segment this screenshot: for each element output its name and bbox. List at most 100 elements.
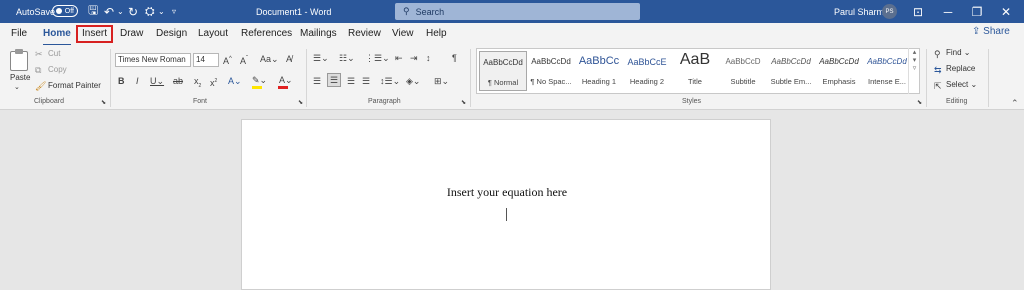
tab-insert[interactable]: Insert [76,25,114,43]
tab-layout[interactable]: Layout [198,27,228,43]
style-no-spacing[interactable]: AaBbCcDd ¶ No Spac... [527,51,575,91]
styles-scroll-down-icon[interactable]: ▾ [909,56,920,64]
font-color-icon[interactable]: A⌄ [279,74,293,86]
minimize-icon[interactable]: ─ [940,0,956,23]
tab-mailings[interactable]: Mailings [300,27,337,43]
tab-home[interactable]: Home [43,27,71,46]
ribbon-tabs: File Home Insert Draw Design Layout Refe… [0,23,1024,46]
style-subtitle[interactable]: AaBbCcD Subtitle [719,51,767,91]
paste-button[interactable]: Paste [10,73,30,82]
shrink-font-icon[interactable]: Aˇ [240,53,248,67]
search-box[interactable]: ⚲ Search [395,3,640,20]
tab-references[interactable]: References [241,27,292,43]
font-name-select[interactable]: Times New Roman [115,53,191,67]
style-intense-emphasis[interactable]: AaBbCcDd Intense E... [863,51,911,91]
tab-review[interactable]: Review [348,27,381,43]
touch-mode-icon[interactable]: ⛭ [145,0,155,23]
font-color-bar [278,86,288,89]
styles-more-icon[interactable]: ▿ [909,64,920,72]
paste-icon[interactable] [10,49,28,71]
superscript-icon[interactable]: x2 [210,75,217,89]
styles-group-label: Styles [682,98,702,105]
show-formatting-icon[interactable]: ¶ [452,52,457,64]
divider [306,49,307,107]
save-icon[interactable]: 🖫 [88,0,98,23]
share-label: Share [983,26,1010,37]
undo-dropdown-icon[interactable]: ⌄ [117,0,124,23]
borders-icon[interactable]: ⊞⌄ [434,75,449,87]
bold-icon[interactable]: B [118,75,125,87]
styles-scrollbar[interactable]: ▴ ▾ ▿ [908,48,920,94]
justify-icon[interactable]: ☰ [362,75,370,87]
format-painter-button[interactable]: Format Painter [48,81,101,90]
tab-file[interactable]: File [11,27,27,43]
style-subtle-emphasis[interactable]: AaBbCcDd Subtle Em... [767,51,815,91]
italic-icon[interactable]: I [136,75,139,87]
document-text[interactable]: Insert your equation here [242,185,772,200]
multilevel-list-icon[interactable]: ⋮☰⌄ [365,52,390,64]
subscript-icon[interactable]: x2 [194,75,201,92]
document-page[interactable]: Insert your equation here [241,119,771,290]
styles-scroll-up-icon[interactable]: ▴ [909,48,920,56]
style-sample: AaB [679,51,711,68]
select-button[interactable]: Select ⌄ [946,80,977,89]
autosave-toggle[interactable]: Off [52,5,78,17]
ribbon-display-icon[interactable]: ⊡ [910,0,926,23]
style-normal[interactable]: AaBbCcDd ¶ Normal [479,51,527,91]
numbering-icon[interactable]: ☷⌄ [339,52,355,64]
underline-icon[interactable]: U⌄ [150,75,164,87]
sort-icon[interactable]: ↕ [426,52,431,64]
tab-design[interactable]: Design [156,27,187,43]
copy-icon: ⧉ [35,65,42,75]
paragraph-group-label: Paragraph [368,98,401,105]
align-right-icon[interactable]: ☰ [347,75,355,87]
styles-launcher-icon[interactable]: ⬊ [917,97,922,109]
style-heading-1[interactable]: AaBbCc Heading 1 [575,51,623,91]
tab-view[interactable]: View [392,27,414,43]
restore-icon[interactable]: ❐ [969,0,985,23]
strikethrough-icon[interactable]: ab [173,75,183,87]
style-title[interactable]: AaB Title [671,51,719,91]
increase-indent-icon[interactable]: ⇥ [410,52,418,64]
line-spacing-icon[interactable]: ↕☰⌄ [380,75,400,87]
decrease-indent-icon[interactable]: ⇤ [395,52,403,64]
style-sample: AaBbCcD [725,57,761,66]
style-sample: AaBbCcDd [819,57,859,66]
cut-button[interactable]: Cut [48,49,60,58]
undo-icon[interactable]: ↶ [104,0,114,23]
cut-icon: ✂ [35,49,43,59]
bullets-icon[interactable]: ☰⌄ [313,52,329,64]
user-name[interactable]: Parul Sharma [834,0,889,23]
grow-font-icon[interactable]: A^ [223,53,232,67]
shading-icon[interactable]: ◈⌄ [406,75,420,87]
text-effects-icon[interactable]: A⌄ [228,75,242,87]
font-size-select[interactable]: 14 [193,53,219,67]
clear-formatting-icon[interactable]: A̸ [286,53,292,65]
copy-button[interactable]: Copy [48,65,67,74]
collapse-ribbon-icon[interactable]: ⌃ [1011,98,1019,109]
align-center-icon[interactable]: ☰ [327,73,342,87]
replace-button[interactable]: Replace [946,64,975,73]
divider [926,49,927,107]
style-sample: AaBbCcDd [531,57,571,66]
touch-mode-dropdown-icon[interactable]: ⌄ [158,0,165,23]
style-heading-2[interactable]: AaBbCcE Heading 2 [623,51,671,91]
format-painter-icon: 🖌 [35,81,47,91]
redo-icon[interactable]: ↻ [128,0,138,23]
paragraph-launcher-icon[interactable]: ⬊ [461,97,466,109]
close-icon[interactable]: ✕ [998,0,1014,23]
font-launcher-icon[interactable]: ⬊ [298,97,303,109]
highlight-icon[interactable]: ✎⌄ [252,74,267,86]
tab-help[interactable]: Help [426,27,447,43]
align-left-icon[interactable]: ☰ [313,75,321,87]
share-button[interactable]: ⇪ Share [972,26,1010,37]
tab-draw[interactable]: Draw [120,27,143,43]
paste-dropdown-icon[interactable]: ⌄ [14,83,20,91]
style-sample: AaBbCc [578,55,620,67]
find-button[interactable]: Find ⌄ [946,48,971,57]
change-case-icon[interactable]: Aa⌄ [260,53,279,65]
style-emphasis[interactable]: AaBbCcDd Emphasis [815,51,863,91]
clipboard-launcher-icon[interactable]: ⬊ [101,97,106,109]
avatar[interactable]: PS [882,4,897,19]
customize-toolbar-icon[interactable]: ▿ [172,0,176,23]
